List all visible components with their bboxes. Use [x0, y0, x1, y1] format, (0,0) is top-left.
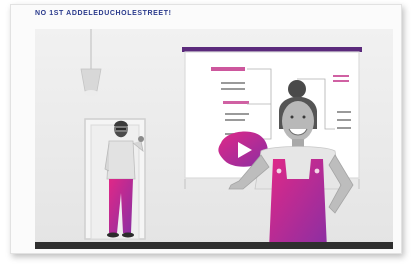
floor: [35, 242, 393, 249]
promo-card: NO 1ST ADDELEDUCHOLESTREET!: [10, 4, 402, 254]
page: NO 1ST ADDELEDUCHOLESTREET!: [0, 0, 411, 265]
illustration-scene: [35, 29, 393, 249]
scene-svg: [35, 29, 393, 249]
headline: NO 1ST ADDELEDUCHOLESTREET!: [35, 10, 172, 17]
